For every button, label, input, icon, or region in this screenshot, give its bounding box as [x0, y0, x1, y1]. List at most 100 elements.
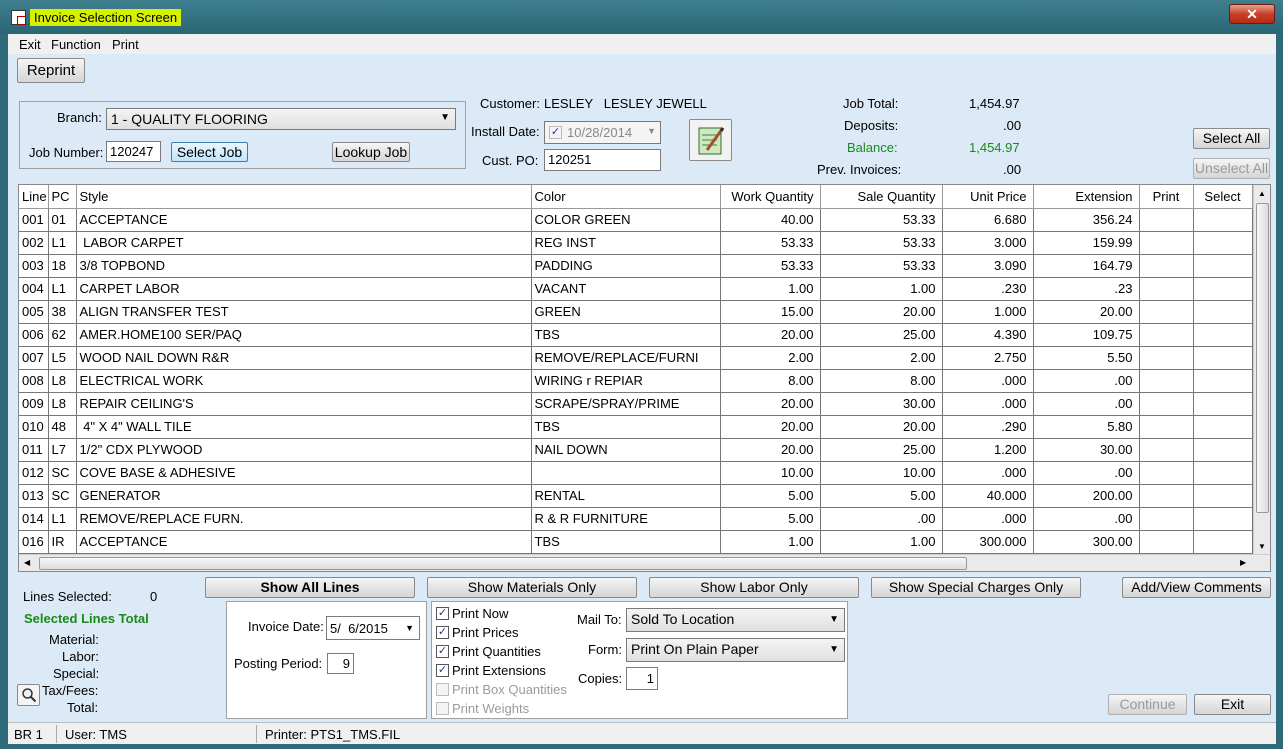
cell-line[interactable]: 002	[19, 231, 49, 255]
select-all-button[interactable]: Select All	[1193, 128, 1270, 149]
cell-pc[interactable]: 48	[48, 415, 77, 439]
cell-pc[interactable]: L1	[48, 277, 77, 301]
cell-line[interactable]: 006	[19, 323, 49, 347]
cell-sale-quantity[interactable]: 8.00	[820, 369, 943, 393]
cell-line[interactable]: 011	[19, 438, 49, 462]
lines-grid[interactable]: Line PC Style Color Work Quantity Sale Q…	[18, 184, 1271, 572]
table-row[interactable]: 009 L8 REPAIR CEILING'S SCRAPE/SPRAY/PRIME 2…	[19, 392, 1253, 416]
print-prices-checkbox[interactable]: ✓	[436, 626, 449, 639]
cell-pc[interactable]: SC	[48, 461, 77, 485]
menu-exit[interactable]: Exit	[19, 37, 41, 52]
print-quantities-checkbox[interactable]: ✓	[436, 645, 449, 658]
cell-select[interactable]	[1193, 346, 1253, 370]
cell-pc[interactable]: 18	[48, 254, 77, 278]
print-extensions-checkbox[interactable]: ✓	[436, 664, 449, 677]
cell-work-quantity[interactable]: 53.33	[720, 231, 821, 255]
menu-print[interactable]: Print	[112, 37, 139, 52]
cell-extension[interactable]: .00	[1033, 392, 1140, 416]
cell-style[interactable]: 4" X 4" WALL TILE	[76, 415, 532, 439]
show-labor-only-button[interactable]: Show Labor Only	[649, 577, 859, 598]
cell-style[interactable]: ACCEPTANCE	[76, 530, 532, 554]
show-materials-only-button[interactable]: Show Materials Only	[427, 577, 637, 598]
cell-work-quantity[interactable]: 2.00	[720, 346, 821, 370]
vertical-scroll-thumb[interactable]	[1256, 203, 1269, 513]
cell-style[interactable]: REPAIR CEILING'S	[76, 392, 532, 416]
cell-print[interactable]	[1139, 438, 1194, 462]
cell-unit-price[interactable]: .290	[942, 415, 1034, 439]
cell-line[interactable]: 003	[19, 254, 49, 278]
cell-color[interactable]: R & R FURNITURE	[531, 507, 721, 531]
cell-color[interactable]: NAIL DOWN	[531, 438, 721, 462]
install-date-checkbox[interactable]: ✓	[549, 126, 562, 139]
install-date-picker[interactable]: ✓ 10/28/2014 ▼	[544, 121, 661, 144]
cell-sale-quantity[interactable]: 5.00	[820, 484, 943, 508]
cell-line[interactable]: 004	[19, 277, 49, 301]
cell-print[interactable]	[1139, 484, 1194, 508]
cell-color[interactable]: GREEN	[531, 300, 721, 324]
column-header-work-quantity[interactable]: Work Quantity	[720, 185, 821, 209]
print-box-quantities-checkbox[interactable]	[436, 683, 449, 696]
cell-work-quantity[interactable]: 20.00	[720, 415, 821, 439]
table-row[interactable]: 013 SC GENERATOR RENTAL 5.00 5.00 40.000 200.00	[19, 484, 1253, 508]
cell-select[interactable]	[1193, 438, 1253, 462]
cell-extension[interactable]: 159.99	[1033, 231, 1140, 255]
cell-work-quantity[interactable]: 20.00	[720, 323, 821, 347]
cell-select[interactable]	[1193, 300, 1253, 324]
cell-extension[interactable]: 164.79	[1033, 254, 1140, 278]
cell-pc[interactable]: IR	[48, 530, 77, 554]
cell-print[interactable]	[1139, 231, 1194, 255]
cell-sale-quantity[interactable]: 25.00	[820, 438, 943, 462]
cell-unit-price[interactable]: .000	[942, 392, 1034, 416]
cell-print[interactable]	[1139, 507, 1194, 531]
cell-sale-quantity[interactable]: 20.00	[820, 300, 943, 324]
cell-extension[interactable]: .00	[1033, 507, 1140, 531]
cell-work-quantity[interactable]: 15.00	[720, 300, 821, 324]
scroll-up-icon[interactable]: ▲	[1258, 189, 1266, 198]
cell-unit-price[interactable]: 1.200	[942, 438, 1034, 462]
cell-work-quantity[interactable]: 20.00	[720, 438, 821, 462]
cell-extension[interactable]: .23	[1033, 277, 1140, 301]
cell-extension[interactable]: 356.24	[1033, 208, 1140, 232]
cell-select[interactable]	[1193, 277, 1253, 301]
vertical-scrollbar[interactable]: ▲ ▼	[1253, 185, 1270, 555]
close-button[interactable]: ✕	[1229, 4, 1275, 24]
table-row[interactable]: 001 01 ACCEPTANCE COLOR GREEN 40.00 53.33 6.68…	[19, 208, 1253, 232]
table-row[interactable]: 004 L1 CARPET LABOR VACANT 1.00 1.00.230.23	[19, 277, 1253, 301]
cell-select[interactable]	[1193, 484, 1253, 508]
cell-sale-quantity[interactable]: 10.00	[820, 461, 943, 485]
table-row[interactable]: 007 L5 WOOD NAIL DOWN R&R REMOVE/REPLACE/FU…	[19, 346, 1253, 370]
table-row[interactable]: 002 L1 LABOR CARPET REG INST 53.33 53.33 3.00…	[19, 231, 1253, 255]
cell-line[interactable]: 010	[19, 415, 49, 439]
table-row[interactable]: 012 SC COVE BASE & ADHESIVE 10.00 10.00.000.…	[19, 461, 1253, 485]
cell-print[interactable]	[1139, 277, 1194, 301]
notes-button[interactable]	[689, 119, 732, 161]
cell-color[interactable]: PADDING	[531, 254, 721, 278]
cell-unit-price[interactable]: 40.000	[942, 484, 1034, 508]
cell-extension[interactable]: 300.00	[1033, 530, 1140, 554]
reprint-button[interactable]: Reprint	[17, 58, 85, 83]
cell-select[interactable]	[1193, 254, 1253, 278]
horizontal-scrollbar[interactable]: ◀ ▶	[19, 554, 1270, 571]
show-all-lines-button[interactable]: Show All Lines	[205, 577, 415, 598]
cell-extension[interactable]: .00	[1033, 369, 1140, 393]
cell-color[interactable]: COLOR GREEN	[531, 208, 721, 232]
cell-line[interactable]: 013	[19, 484, 49, 508]
cell-unit-price[interactable]: .000	[942, 507, 1034, 531]
cell-line[interactable]: 016	[19, 530, 49, 554]
scroll-right-icon[interactable]: ▶	[1240, 558, 1246, 567]
cell-color[interactable]: WIRING r REPIAR	[531, 369, 721, 393]
cell-pc[interactable]: 38	[48, 300, 77, 324]
form-select[interactable]: Print On Plain Paper ▼	[626, 638, 845, 662]
cell-style[interactable]: ELECTRICAL WORK	[76, 369, 532, 393]
cell-work-quantity[interactable]: 1.00	[720, 530, 821, 554]
cell-extension[interactable]: 20.00	[1033, 300, 1140, 324]
posting-period-input[interactable]: 9	[327, 653, 354, 674]
cell-print[interactable]	[1139, 369, 1194, 393]
cell-sale-quantity[interactable]: 20.00	[820, 415, 943, 439]
table-row[interactable]: 006 62 AMER.HOME100 SER/PAQ TBS 20.00 25.00 4.…	[19, 323, 1253, 347]
cell-extension[interactable]: 5.80	[1033, 415, 1140, 439]
unselect-all-button[interactable]: Unselect All	[1193, 158, 1270, 179]
cell-sale-quantity[interactable]: 2.00	[820, 346, 943, 370]
cell-pc[interactable]: L7	[48, 438, 77, 462]
cust-po-input[interactable]: 120251	[544, 149, 661, 171]
